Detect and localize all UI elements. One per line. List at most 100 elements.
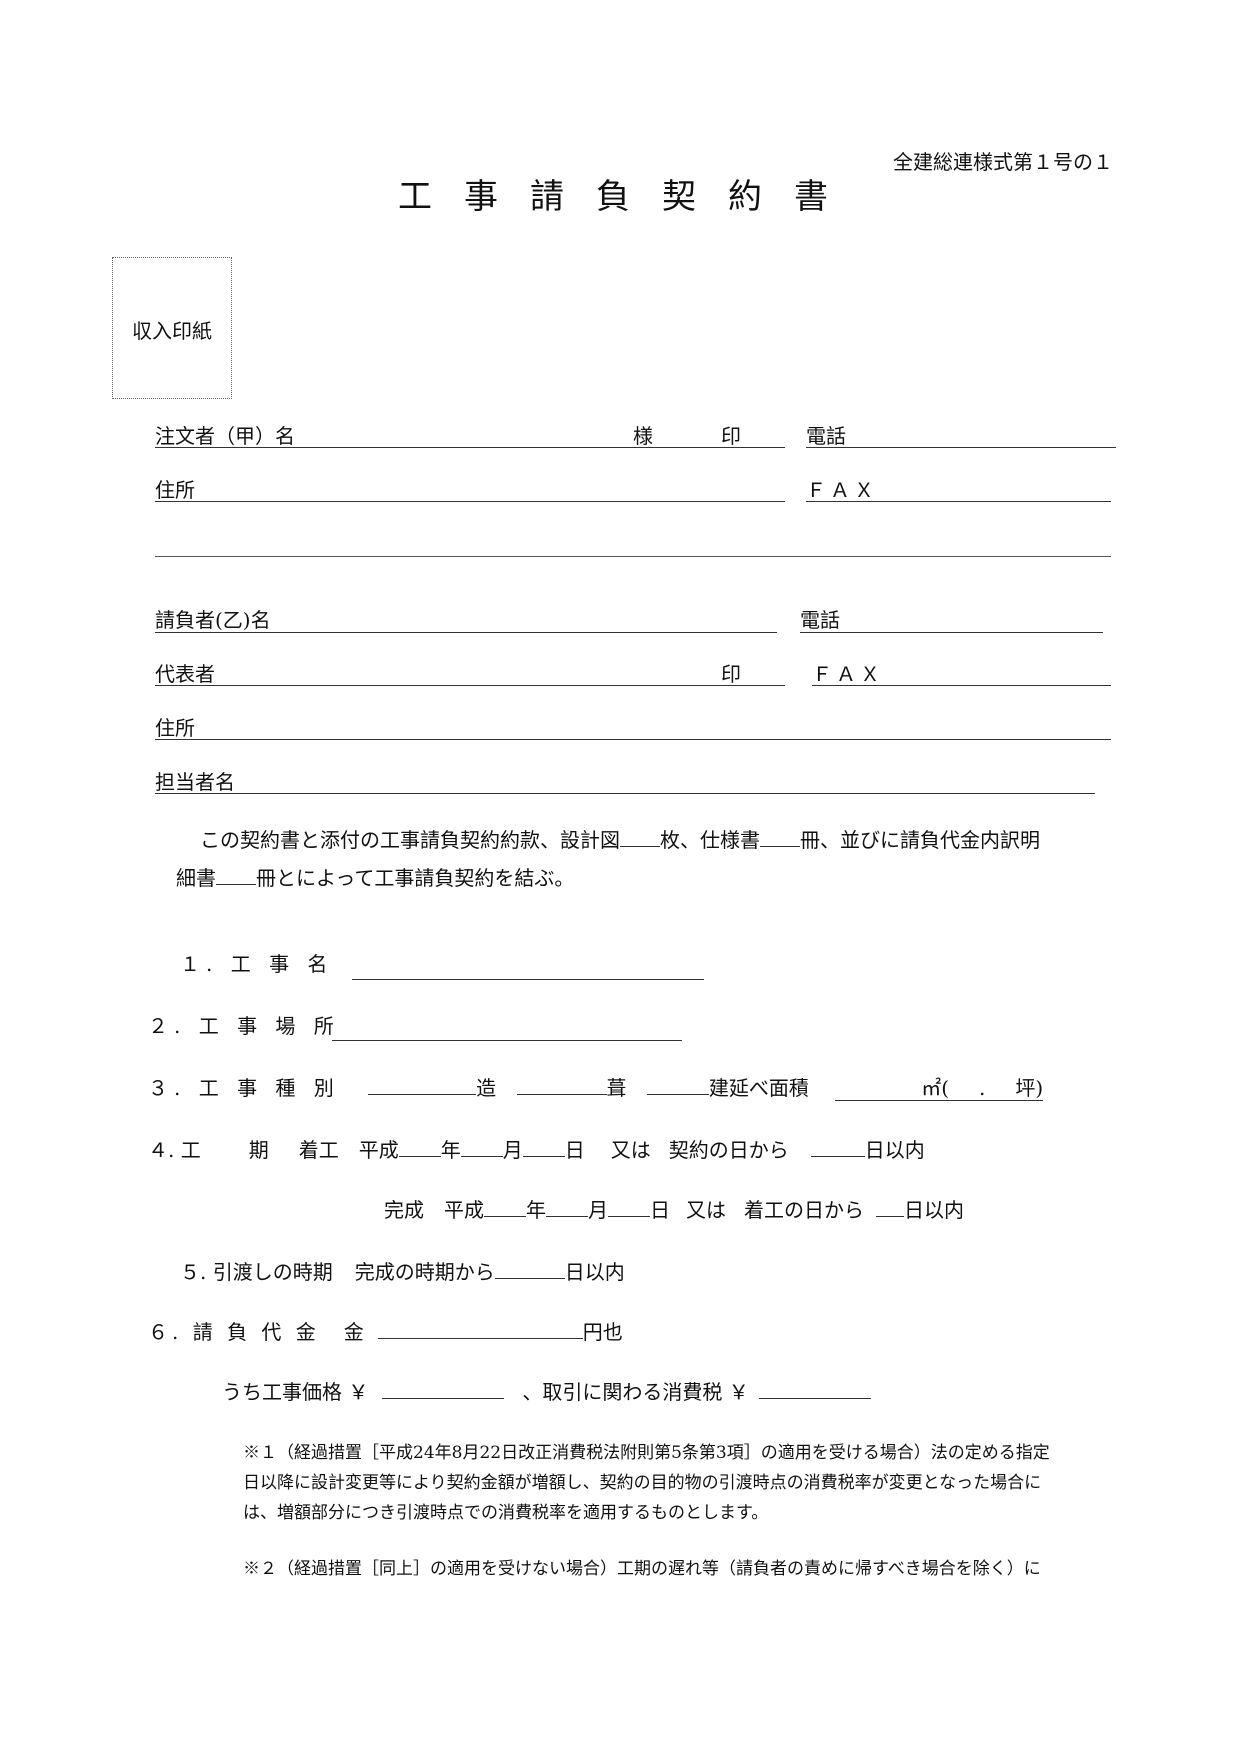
item5-label: ５. 引渡しの時期 (180, 1260, 333, 1284)
client-honorific: 様 (633, 424, 653, 448)
item1-label: １. 工 事 名 (180, 952, 334, 976)
contractor-contact-label: 担当者名 (155, 770, 235, 794)
note-2-line-1: ※２（経過措置［同上］の適用を受けない場合）工期の遅れ等（請負者の責めに帰すべき… (243, 1559, 1041, 1579)
client-name-underline (155, 447, 785, 448)
roof-suffix: 葺 (606, 1076, 627, 1100)
client-phone-label: 電話 (806, 424, 846, 448)
floor-area-label: 建延べ面積 (708, 1076, 809, 1100)
complete-or: 又は (686, 1198, 726, 1222)
tax-label: 、取引に関わる消費税 ￥ (522, 1380, 749, 1404)
client-seal-mark: 印 (721, 424, 741, 448)
form-code: 全建総連様式第１号の１ (893, 150, 1113, 174)
note-1-line-1: ※１（経過措置［平成24年8月22日改正消費税法附則第5条第3項］の適用を受ける… (243, 1443, 1050, 1463)
complete-month-field[interactable] (546, 1198, 588, 1217)
agreement-line-1: この契約書と添付の工事請負契約約款、設計図 枚、仕様書 冊、並びに請負代金内訳明 (200, 820, 1040, 860)
contractor-fax-label: ＦＡＸ (812, 662, 884, 686)
contract-amount-field[interactable] (377, 1320, 583, 1339)
floors-field[interactable] (646, 1076, 709, 1095)
item3-label: ３. 工 事 種 別 (148, 1076, 340, 1100)
start-year-unit: 年 (440, 1138, 461, 1162)
agreement-text-3: 冊、並びに請負代金内訳明 (800, 828, 1040, 852)
client-address-line2-underline (155, 556, 1111, 557)
item2-label: ２. 工 事 場 所 (148, 1014, 340, 1038)
client-fax-underline (806, 501, 1111, 502)
start-days-field[interactable] (810, 1138, 865, 1157)
item4-label2: 期 (248, 1138, 269, 1162)
client-fax-label: ＦＡＸ (806, 478, 878, 502)
from-start-label: 着工の日から (744, 1198, 864, 1222)
complete-label: 完成 (384, 1198, 424, 1222)
contractor-seal-mark: 印 (721, 662, 741, 686)
start-day-unit: 日 (564, 1138, 585, 1162)
area-unit: ㎡( (921, 1076, 950, 1100)
start-label: 着工 (298, 1138, 339, 1162)
agreement-text-5: 冊とによって工事請負契約を結ぶ。 (256, 866, 575, 890)
contractor-rep-label: 代表者 (155, 662, 215, 686)
item6-row: ６. 請 負 代 金 金 円也 (148, 1320, 623, 1344)
item4-complete-row: 完成 平成 年 月 日又は 着工の日から 日以内 (384, 1198, 964, 1222)
price-label: うち工事価格 ￥ (222, 1380, 369, 1404)
contractor-rep-underline (155, 685, 785, 686)
construction-price-field[interactable] (382, 1380, 505, 1399)
start-month-field[interactable] (460, 1138, 503, 1157)
complete-day-unit: 日 (650, 1198, 670, 1222)
item6-label: ６. 請 負 代 金 金 (148, 1320, 368, 1344)
complete-month-unit: 月 (588, 1198, 608, 1222)
client-phone-underline (806, 447, 1116, 448)
complete-day-field[interactable] (608, 1198, 650, 1217)
start-year-field[interactable] (398, 1138, 441, 1157)
consumption-tax-field[interactable] (758, 1380, 871, 1399)
roof-type-field[interactable] (516, 1076, 607, 1095)
contractor-name-label: 請負者(乙)名 (155, 608, 271, 632)
structure-type-field[interactable] (368, 1076, 477, 1095)
from-contract-label: 契約の日から (668, 1138, 789, 1162)
contractor-phone-label: 電話 (800, 608, 840, 632)
start-era: 平成 (358, 1138, 399, 1162)
construction-site-underline (332, 1040, 682, 1041)
revenue-stamp-label: 収入印紙 (132, 319, 212, 343)
item4-label: ４. 工 (148, 1138, 201, 1162)
note-2: ※２（経過措置［同上］の適用を受けない場合）工期の遅れ等（請負者の責めに帰すべき… (243, 1554, 1041, 1584)
complete-year-unit: 年 (526, 1198, 546, 1222)
structure-suffix: 造 (476, 1076, 497, 1100)
contractor-phone-underline (800, 632, 1103, 633)
document-title: 工事請負契約書 (398, 177, 860, 217)
agreement-text-1: この契約書と添付の工事請負契約約款、設計図 (200, 828, 620, 852)
contractor-contact-underline (155, 793, 1095, 794)
client-address-underline (155, 501, 785, 502)
complete-era: 平成 (444, 1198, 484, 1222)
item5-row: ５. 引渡しの時期 完成の時期から 日以内 (180, 1260, 625, 1284)
note-1: ※１（経過措置［平成24年8月22日改正消費税法附則第5条第3項］の適用を受ける… (243, 1438, 1050, 1528)
contractor-name-underline (155, 632, 777, 633)
complete-within: 日以内 (904, 1198, 964, 1222)
drawings-count-field[interactable] (620, 828, 660, 847)
area-decimal-dot: . (979, 1076, 986, 1100)
item4-start-row: ４. 工 期 着工 平成 年 月 日 又は 契約の日から 日以内 (148, 1138, 925, 1162)
client-name-label: 注文者（甲）名 (155, 424, 295, 448)
agreement-line-2: 細書 冊とによって工事請負契約を結ぶ。 (176, 858, 574, 898)
complete-days-field[interactable] (876, 1198, 904, 1217)
contractor-fax-underline (812, 685, 1111, 686)
note-1-line-3: は、増額部分につき引渡時点での消費税率を適用するものとします。 (243, 1503, 769, 1523)
agreement-text-2: 枚、仕様書 (660, 828, 760, 852)
contractor-address-label: 住所 (155, 716, 195, 740)
breakdown-count-field[interactable] (216, 866, 256, 885)
note-1-line-2: 日以降に設計変更等により契約金額が増額し、契約の目的物の引渡時点の消費税率が変更… (243, 1473, 1042, 1493)
specs-count-field[interactable] (760, 828, 800, 847)
agreement-text-4: 細書 (176, 866, 216, 890)
tsubo-unit: 坪) (1015, 1076, 1044, 1100)
delivery-days-field[interactable] (494, 1260, 565, 1279)
construction-name-underline (352, 979, 704, 980)
amount-unit: 円也 (582, 1320, 623, 1344)
revenue-stamp-box[interactable]: 収入印紙 (112, 257, 232, 399)
complete-year-field[interactable] (484, 1198, 526, 1217)
item3-row: ３. 工 事 種 別 造 葺 建延べ面積 ㎡(. 坪) (148, 1076, 1044, 1101)
delivery-within: 日以内 (564, 1260, 625, 1284)
start-day-field[interactable] (522, 1138, 565, 1157)
floor-area-field[interactable]: ㎡(. 坪) (835, 1076, 1044, 1101)
client-address-label: 住所 (155, 478, 195, 502)
item6-breakdown-row: うち工事価格 ￥ 、取引に関わる消費税 ￥ (222, 1380, 871, 1404)
delivery-text: 完成の時期から (354, 1260, 495, 1284)
start-month-unit: 月 (502, 1138, 523, 1162)
start-within: 日以内 (864, 1138, 925, 1162)
